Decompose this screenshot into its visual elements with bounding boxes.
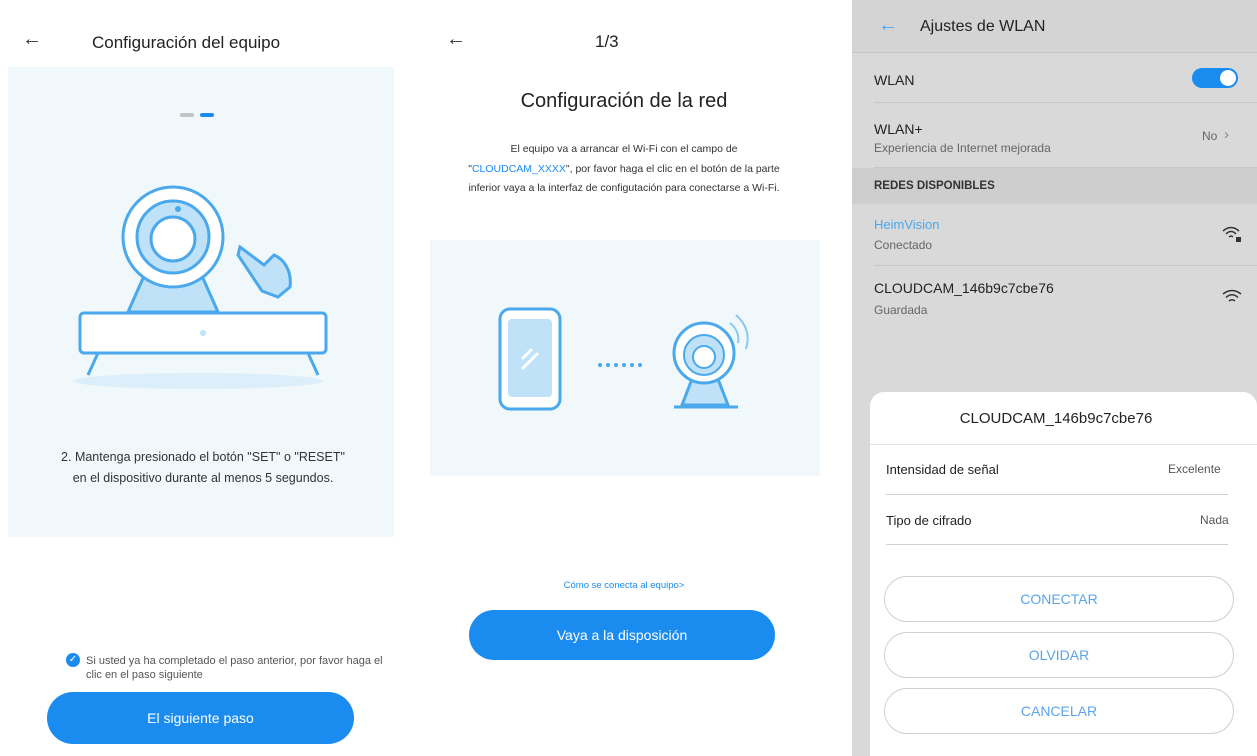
wlan-settings-screen: ← Ajustes de WLAN WLAN WLAN+ Experiencia… (852, 0, 1257, 756)
network-setup-screen: ← 1/3 Configuración de la red El equipo … (414, 0, 842, 756)
sheet-network-title: CLOUDCAM_146b9c7cbe76 (959, 410, 1153, 427)
network-status: Guardada (874, 303, 928, 317)
network-name: HeimVision (874, 217, 940, 232)
network-status: Conectado (874, 238, 933, 252)
wlan-plus-value: No (1202, 129, 1218, 143)
forget-button[interactable]: OLVIDAR (884, 632, 1234, 678)
encryption-value: Nada (1200, 513, 1229, 527)
wlan-plus-label: WLAN+ (874, 121, 923, 137)
confirm-checkbox-label: Si usted ya ha completado el paso anteri… (86, 655, 383, 681)
connect-button[interactable]: CONECTAR (884, 576, 1234, 622)
network-item[interactable]: HeimVision Conectado (874, 205, 1257, 266)
divider (870, 444, 1257, 445)
illustration-card (430, 240, 820, 476)
wifi-icon (1222, 289, 1242, 302)
next-step-button[interactable]: El siguiente paso (47, 692, 354, 744)
back-arrow-icon[interactable]: ← (446, 28, 466, 51)
network-item[interactable]: CLOUDCAM_146b9c7cbe76 Guardada (874, 266, 1257, 326)
page-indicator-active (200, 113, 214, 117)
wlan-plus-subtitle: Experiencia de Internet mejorada (874, 141, 1051, 155)
chevron-right-icon: › (1224, 126, 1229, 143)
encryption-label: Tipo de cifrado (886, 513, 972, 528)
wlan-toggle-row[interactable]: WLAN (874, 52, 1257, 103)
description: El equipo va a arrancar el Wi-Fi con el … (464, 140, 784, 199)
signal-strength-label: Intensidad de señal (886, 462, 999, 477)
section-header-bar: REDES DISPONIBLES (852, 168, 1257, 204)
wlan-header: ← Ajustes de WLAN (852, 0, 1257, 53)
page-indicator-inactive (180, 113, 194, 117)
wifi-lock-icon (1222, 226, 1241, 242)
toggle-knob (1220, 70, 1236, 86)
instruction-card: 2. Mantenga presionado el botón "SET" o … (8, 67, 394, 537)
page-heading: Configuración de la red (520, 90, 728, 112)
back-arrow-icon[interactable]: ← (22, 28, 42, 51)
divider (886, 494, 1228, 495)
ssid-highlight: CLOUDCAM_XXXX (471, 162, 566, 175)
available-networks-header: REDES DISPONIBLES (874, 180, 995, 192)
divider (886, 544, 1228, 545)
back-arrow-icon[interactable]: ← (878, 14, 898, 37)
camera-reset-illustration (73, 185, 328, 389)
wlan-title: Ajustes de WLAN (920, 18, 1046, 35)
wlan-plus-row[interactable]: WLAN+ Experiencia de Internet mejorada N… (874, 103, 1257, 168)
signal-strength-value: Excelente (1168, 462, 1221, 476)
network-name: CLOUDCAM_146b9c7cbe76 (874, 280, 1054, 296)
network-details-sheet: CLOUDCAM_146b9c7cbe76 Intensidad de seña… (870, 392, 1257, 756)
cancel-button[interactable]: CANCELAR (884, 688, 1234, 734)
page-title: Configuración del equipo (92, 33, 281, 52)
wlan-label: WLAN (874, 72, 915, 88)
step-counter: 1/3 (595, 32, 619, 51)
wlan-toggle-switch[interactable] (1192, 68, 1238, 88)
help-link[interactable]: Cómo se conecta al equipo> (414, 580, 834, 591)
instruction-text: 2. Mantenga presionado el botón "SET" o … (61, 450, 345, 485)
phone-to-camera-illustration (498, 307, 749, 411)
go-to-setup-button[interactable]: Vaya a la disposición (469, 610, 775, 660)
checkbox-checked-icon[interactable]: ✓ (66, 653, 80, 667)
device-setup-screen: ← Configuración del equipo 2. Mantenga p… (0, 0, 410, 756)
